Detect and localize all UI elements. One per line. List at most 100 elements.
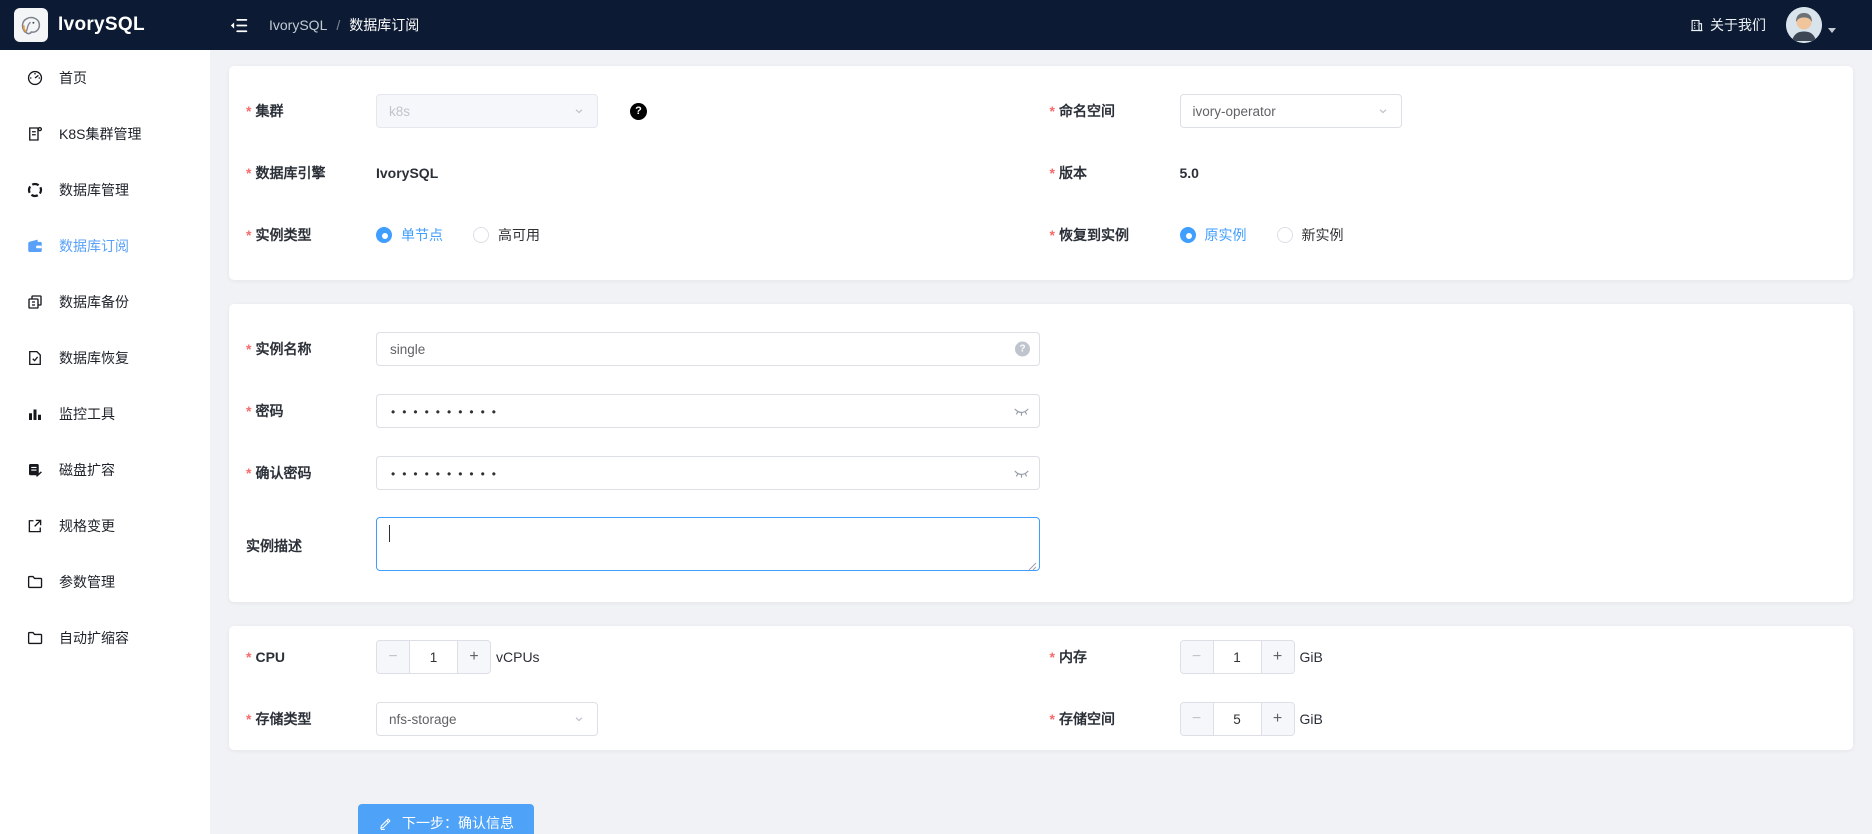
chevron-down-icon [573,105,585,117]
confirm-password-label: *确认密码 [246,463,376,483]
app-title: IvorySQL [58,14,145,36]
radio-single-node[interactable]: 单节点 [376,225,443,245]
breadcrumb-root[interactable]: IvorySQL [269,17,327,33]
sidebar-collapse-icon[interactable] [228,15,249,36]
radio-original-instance[interactable]: 原实例 [1180,225,1247,245]
sidebar-item-disk-expansion[interactable]: 磁盘扩容 [0,442,210,498]
password-masked-value: •••••••••• [391,404,503,418]
instance-description-textarea[interactable] [376,517,1040,571]
next-step-confirm-button[interactable]: 下一步：确认信息 [358,804,534,834]
cluster-select[interactable]: k8s [376,94,598,128]
about-us-link[interactable]: 关于我们 [1689,15,1766,35]
radio-high-availability[interactable]: 高可用 [473,225,540,245]
description-label: 实例描述 [246,536,376,556]
sidebar-item-parameter-management[interactable]: 参数管理 [0,554,210,610]
sidebar-item-label: 数据库恢复 [59,348,129,368]
help-icon[interactable]: ? [630,103,647,120]
radio-icon [1277,227,1293,243]
panel-basic-settings: *集群 k8s ? *命名空间 ivory-operator [229,66,1853,280]
ivorysql-elephant-logo-icon [14,8,48,42]
confirm-password-masked-value: •••••••••• [391,466,503,480]
dashboard-icon [26,69,44,87]
sidebar-item-label: 监控工具 [59,404,115,424]
user-menu[interactable] [1786,7,1836,43]
cpu-value-input[interactable] [410,641,457,673]
radio-icon [376,227,392,243]
sidebar-item-label: 数据库管理 [59,180,129,200]
storage-size-value-input[interactable] [1214,703,1261,735]
version-value: 5.0 [1180,165,1199,181]
restore-to-radio-group: 原实例 新实例 [1180,225,1374,245]
confirm-password-input[interactable]: •••••••••• [376,456,1040,490]
sidebar-item-database-subscription[interactable]: 数据库订阅 [0,218,210,274]
namespace-select[interactable]: ivory-operator [1180,94,1402,128]
segmented-circle-icon [26,181,44,199]
radio-new-instance[interactable]: 新实例 [1277,225,1344,245]
sidebar-item-spec-change[interactable]: 规格变更 [0,498,210,554]
instance-name-label: *实例名称 [246,339,376,359]
breadcrumb-separator: / [336,17,340,33]
sidebar-item-label: 数据库备份 [59,292,129,312]
password-label: *密码 [246,401,376,421]
breadcrumb: IvorySQL / 数据库订阅 [269,15,419,35]
document-icon [26,125,44,143]
logo[interactable]: IvorySQL [0,8,210,42]
decrease-button[interactable]: − [377,641,410,673]
file-check-icon [26,349,44,367]
storage-class-label: *存储类型 [246,709,376,729]
sidebar-item-database-management[interactable]: 数据库管理 [0,162,210,218]
main-content: *集群 k8s ? *命名空间 ivory-operator [210,50,1872,834]
decrease-button[interactable]: − [1181,703,1214,735]
sidebar-item-monitoring-tools[interactable]: 监控工具 [0,386,210,442]
sidebar-item-label: 首页 [59,68,87,88]
edit-pencil-icon [378,816,393,831]
storage-size-label: *存储空间 [1050,709,1180,729]
sidebar-item-home[interactable]: 首页 [0,50,210,106]
eye-invisible-icon[interactable] [1013,465,1030,482]
storage-size-stepper: − + [1180,702,1295,736]
building-icon [1689,18,1704,33]
memory-stepper: − + [1180,640,1295,674]
memory-unit: GiB [1300,649,1323,665]
breadcrumb-current: 数据库订阅 [349,15,419,35]
disk-edit-icon [26,461,44,479]
engine-value: IvorySQL [376,165,438,181]
sidebar-item-database-restore[interactable]: 数据库恢复 [0,330,210,386]
input-help-icon[interactable]: ? [1015,342,1030,357]
storage-class-select[interactable]: nfs-storage [376,702,598,736]
radio-icon [473,227,489,243]
sidebar-item-label: 规格变更 [59,516,115,536]
cluster-select-value: k8s [389,104,410,119]
instance-name-input[interactable] [376,332,1040,366]
sidebar-item-database-backup[interactable]: 数据库备份 [0,274,210,330]
sidebar-item-k8s-clusters[interactable]: K8S集群管理 [0,106,210,162]
storage-size-unit: GiB [1300,711,1323,727]
sidebar-item-label: K8S集群管理 [59,124,141,144]
eye-invisible-icon[interactable] [1013,403,1030,420]
instance-type-label: *实例类型 [246,225,376,245]
sidebar-item-label: 磁盘扩容 [59,460,115,480]
instance-type-radio-group: 单节点 高可用 [376,225,570,245]
about-us-label: 关于我们 [1710,15,1766,35]
external-link-icon [26,517,44,535]
version-label: *版本 [1050,163,1180,183]
namespace-label: *命名空间 [1050,101,1180,121]
avatar[interactable] [1786,7,1822,43]
sidebar: 首页 K8S集群管理 数据库管理 [0,50,210,834]
chevron-down-icon [1377,105,1389,117]
chevron-down-icon [573,713,585,725]
panel-resources: *CPU − + vCPUs *内存 − + GiB [229,626,1853,750]
increase-button[interactable]: + [1261,703,1294,735]
increase-button[interactable]: + [457,641,490,673]
decrease-button[interactable]: − [1181,641,1214,673]
resize-handle-icon[interactable] [1028,562,1037,571]
namespace-select-value: ivory-operator [1193,104,1276,119]
cluster-label: *集群 [246,101,376,121]
password-input[interactable]: •••••••••• [376,394,1040,428]
radio-icon [1180,227,1196,243]
sidebar-item-auto-scaling[interactable]: 自动扩缩容 [0,610,210,666]
text-cursor [389,525,390,542]
increase-button[interactable]: + [1261,641,1294,673]
memory-value-input[interactable] [1214,641,1261,673]
sidebar-item-label: 参数管理 [59,572,115,592]
